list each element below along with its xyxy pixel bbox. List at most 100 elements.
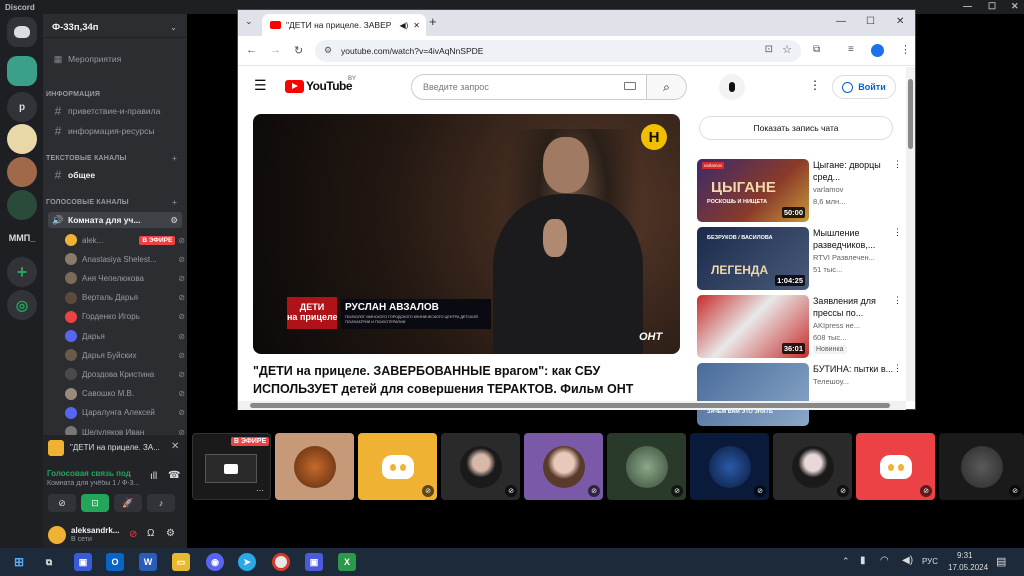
plus-icon[interactable]: + [172, 153, 177, 163]
disconnect-icon[interactable]: ☎ [168, 470, 180, 481]
reload-icon[interactable]: ↻ [294, 44, 303, 57]
file-explorer-icon[interactable]: ▭ [172, 553, 190, 571]
forward-icon[interactable]: → [270, 44, 281, 56]
more-icon[interactable]: ⋯ [256, 486, 264, 495]
recommended-video[interactable]: ЛЕГЕНДА БЕЗРУКОВ / ВАСИЛОВА 1:04:25 Мышлени… [697, 227, 902, 291]
server-header[interactable]: Ф-33п,34п ⌄ [43, 18, 187, 38]
avatar[interactable] [48, 526, 66, 544]
voice-user-row[interactable]: Аня Чепелюкова ⊘ [65, 269, 185, 287]
bookmark-star-icon[interactable]: ☆ [782, 43, 792, 56]
telegram-icon[interactable]: ➤ [238, 553, 256, 571]
menu-icon[interactable]: ⋮ [900, 43, 911, 56]
more-icon[interactable]: ⋮ [893, 295, 902, 306]
participant-tile[interactable]: ⊘ [441, 433, 520, 500]
voice-user-row[interactable]: Царалунга Алексей ⊘ [65, 404, 185, 422]
tray-chevron-icon[interactable]: ⌃ [842, 556, 850, 567]
server-icon-active[interactable] [7, 56, 37, 86]
scrollbar-thumb[interactable] [908, 79, 913, 149]
recommended-video[interactable]: ЗАЧЕМ ВАМ ЭТО ЗНАТЬ БУТИНА: пытки в... Тел… [697, 363, 902, 427]
headphones-icon[interactable]: Ω [147, 528, 154, 539]
channel-rules[interactable]: # приветствие-и-правила [43, 103, 187, 119]
events-item[interactable]: ▦ Мероприятия [43, 51, 187, 67]
channel-general[interactable]: # общее [43, 167, 187, 183]
clock-date[interactable]: 17.05.2024 [948, 563, 988, 572]
activity-button[interactable]: 🚀 [114, 494, 142, 512]
tray-icon[interactable]: ▮ [860, 555, 866, 566]
screen-share-button[interactable]: ⊡ [81, 494, 109, 512]
profile-icon[interactable] [871, 44, 884, 57]
keyboard-icon[interactable] [624, 82, 636, 90]
video-thumbnail[interactable]: ЗАЧЕМ ВАМ ЭТО ЗНАТЬ [697, 363, 809, 426]
more-icon[interactable]: ⋮ [893, 363, 902, 374]
extensions-icon[interactable]: ⧉ [813, 44, 820, 55]
server-icon-p[interactable]: р [7, 92, 37, 122]
plus-icon[interactable]: + [172, 197, 177, 207]
voice-user-row[interactable]: Горденко Игорь ⊘ [65, 308, 185, 326]
save-app-icon[interactable]: ▣ [74, 553, 92, 571]
recommended-video[interactable]: ЦЫГАНЕ РОСКОШЬ И НИЩЕТА varlamov 50:00 Цыган… [697, 159, 902, 223]
close-button[interactable]: ✕ [1011, 1, 1019, 12]
voice-user-row[interactable]: Anastasiya Shelest... ⊘ [65, 250, 185, 268]
participant-tile[interactable]: ⊘ [358, 433, 437, 500]
maximize-button[interactable]: ☐ [866, 16, 875, 27]
speaker-icon[interactable]: ◀) [399, 21, 408, 30]
stream-tile[interactable]: В ЭФИРЕ ⋯ [192, 433, 271, 500]
activity-bar[interactable]: "ДЕТИ на прицеле. ЗА... ✕ [43, 435, 187, 465]
voice-user-row[interactable]: Дроздова Кристина ⊘ [65, 365, 185, 383]
start-icon[interactable]: ⊞ [10, 553, 28, 571]
voice-user-row[interactable]: Верталь Дарья ⊘ [65, 289, 185, 307]
video-thumbnail[interactable]: ЛЕГЕНДА БЕЗРУКОВ / ВАСИЛОВА 1:04:25 [697, 227, 809, 290]
server-icon-2[interactable] [7, 124, 37, 154]
camera-off-button[interactable]: ⊘ [48, 494, 76, 512]
settings-menu-icon[interactable]: ⋮ [809, 78, 821, 92]
recommended-video[interactable]: 36:01 Заявления для прессы по... AKIpress … [697, 295, 902, 359]
video-player[interactable]: H ДЕТИ на прицеле РУСЛАН АВЗАЛОВ ПСИХОЛО… [253, 114, 680, 354]
horizontal-scrollbar[interactable] [238, 401, 906, 410]
category-text[interactable]: ТЕКСТОВЫЕ КАНАЛЫ + [43, 150, 187, 166]
voice-status-subtitle[interactable]: Комната для учёбы 1 / Ф-3... [47, 480, 152, 487]
browser-tab[interactable]: "ДЕТИ на прицеле. ЗАВЕР ◀) ✕ [262, 14, 426, 36]
volume-icon[interactable]: ◀) [902, 555, 913, 566]
settings-icon[interactable]: ⚙ [166, 528, 175, 539]
youtube-logo-icon[interactable] [285, 80, 304, 93]
vertical-scrollbar[interactable] [906, 67, 915, 401]
back-icon[interactable]: ← [246, 44, 257, 56]
participant-tile[interactable] [275, 433, 354, 500]
chrome-icon[interactable] [272, 553, 290, 571]
app-icon[interactable]: ▣ [305, 553, 323, 571]
close-icon[interactable]: ✕ [171, 441, 179, 452]
close-button[interactable]: ✕ [896, 16, 904, 27]
participant-tile[interactable]: ⊘ [690, 433, 769, 500]
scrollbar-thumb[interactable] [250, 403, 890, 408]
site-info-icon[interactable]: ⚙ [324, 45, 332, 56]
category-voice[interactable]: ГОЛОСОВЫЕ КАНАЛЫ + [43, 194, 187, 210]
wifi-icon[interactable]: ◠ [880, 555, 889, 566]
language-indicator[interactable]: РУС [922, 557, 938, 566]
server-icon-4[interactable] [7, 190, 37, 220]
explore-icon[interactable]: ◎ [7, 290, 37, 320]
participant-tile[interactable]: ⊘ [607, 433, 686, 500]
signin-button[interactable]: Войти [832, 75, 896, 99]
media-icon[interactable]: ≡ [848, 44, 854, 55]
voice-search-button[interactable] [719, 74, 745, 100]
category-info[interactable]: ИНФОРМАЦИЯ [43, 86, 187, 102]
word-icon[interactable]: W [139, 553, 157, 571]
minimize-button[interactable]: — [836, 16, 846, 27]
participant-tile[interactable]: ⊘ [856, 433, 935, 500]
notification-icon[interactable]: ▤ [996, 555, 1006, 568]
soundboard-button[interactable]: ♪ [147, 494, 175, 512]
chevron-down-icon[interactable]: ⌄ [170, 22, 177, 33]
settings-icon[interactable]: ⚙ [170, 215, 178, 226]
video-thumbnail[interactable]: 36:01 [697, 295, 809, 358]
signal-icon[interactable]: ıll [150, 471, 157, 482]
search-button[interactable]: ⌕ [647, 74, 687, 100]
participant-tile[interactable]: ⊘ [773, 433, 852, 500]
cast-icon[interactable]: ⊡ [765, 44, 773, 55]
discord-home-icon[interactable] [7, 17, 37, 47]
server-icon-3[interactable] [7, 157, 37, 187]
more-icon[interactable]: ⋮ [893, 227, 902, 238]
voice-user-row[interactable]: Дарья Буйских ⊘ [65, 346, 185, 364]
participant-tile[interactable]: ⊘ [524, 433, 603, 500]
new-tab-button[interactable]: + [429, 14, 437, 29]
search-input[interactable]: Введите запрос [411, 74, 647, 100]
